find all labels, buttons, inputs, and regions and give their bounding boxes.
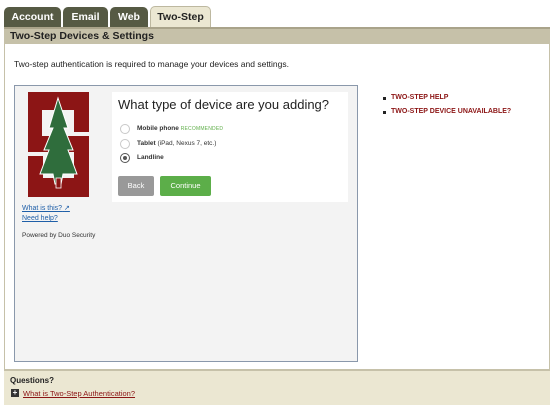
tab-two-step[interactable]: Two-Step (150, 6, 211, 27)
tab-account[interactable]: Account (4, 7, 61, 27)
powered-by-text: Powered by Duo Security (22, 232, 96, 239)
section-header: Two-Step Devices & Settings (4, 27, 550, 44)
section-title: Two-Step Devices & Settings (10, 30, 154, 42)
questions-footer: Questions? + What is Two-Step Authentica… (4, 369, 550, 405)
radio-tablet[interactable] (120, 139, 130, 149)
continue-button[interactable]: Continue (160, 176, 211, 196)
external-link-icon: ↗ (64, 205, 70, 212)
link-label: TWO-STEP DEVICE UNAVAILABLE? (391, 108, 512, 115)
bullet-icon (383, 97, 386, 100)
what-is-this-label: What is this? (22, 205, 63, 212)
tab-web[interactable]: Web (110, 7, 148, 27)
questions-title: Questions? (10, 376, 55, 385)
back-button[interactable]: Back (118, 176, 154, 196)
need-help-link[interactable]: Need help? (22, 215, 58, 222)
intro-text: Two-step authentication is required to m… (14, 59, 289, 69)
option-label: Landline (137, 154, 164, 161)
bullet-icon (383, 111, 386, 114)
what-is-this-link[interactable]: What is this? ↗ (22, 204, 70, 212)
recommended-badge: RECOMMENDED (180, 126, 224, 132)
plus-icon[interactable]: + (11, 389, 19, 397)
device-question: What type of device are you adding? (118, 97, 330, 112)
option-label: Tablet (iPad, Nexus 7, etc.) (137, 140, 217, 147)
tab-bar: Account Email Web Two-Step (0, 0, 550, 27)
link-label: TWO-STEP HELP (391, 94, 449, 101)
radio-mobile-phone[interactable] (120, 124, 130, 134)
stanford-logo (28, 92, 89, 197)
what-is-two-step-link[interactable]: What is Two-Step Authentication? (23, 389, 135, 398)
radio-landline[interactable] (120, 153, 130, 163)
tab-email[interactable]: Email (63, 7, 108, 27)
option-label: Mobile phone RECOMMENDED (137, 125, 224, 132)
